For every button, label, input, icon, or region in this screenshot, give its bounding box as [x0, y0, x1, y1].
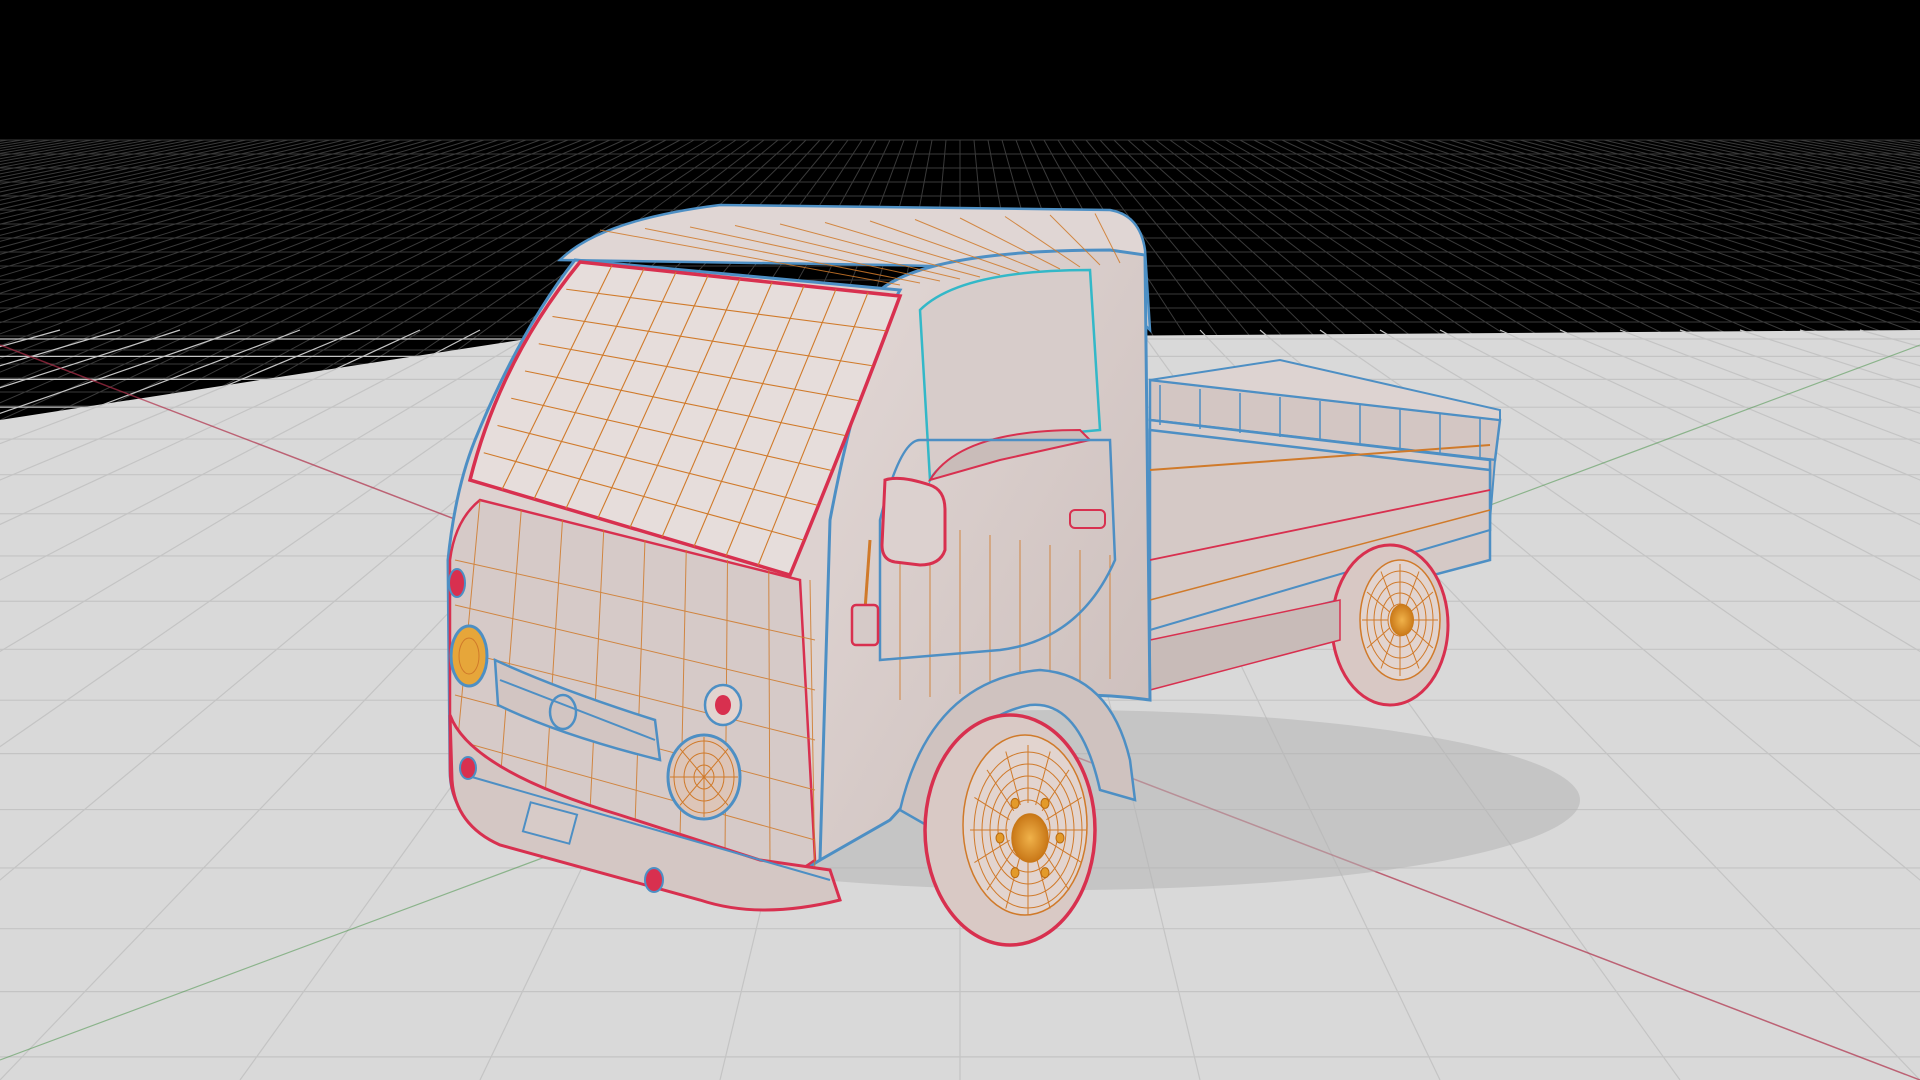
- headlight-right[interactable]: [666, 733, 742, 821]
- front-wheel[interactable]: [923, 713, 1097, 947]
- fog-light-right: [644, 867, 664, 893]
- indicator-right: [703, 683, 743, 727]
- rear-wheel[interactable]: [1330, 543, 1450, 707]
- door-handle[interactable]: [1069, 509, 1106, 529]
- headlight-left[interactable]: [449, 624, 489, 688]
- indicator-left: [448, 568, 466, 598]
- 3d-viewport[interactable]: [0, 0, 1920, 1080]
- fog-light-left: [459, 756, 477, 780]
- viewport-scene[interactable]: [0, 0, 1920, 1080]
